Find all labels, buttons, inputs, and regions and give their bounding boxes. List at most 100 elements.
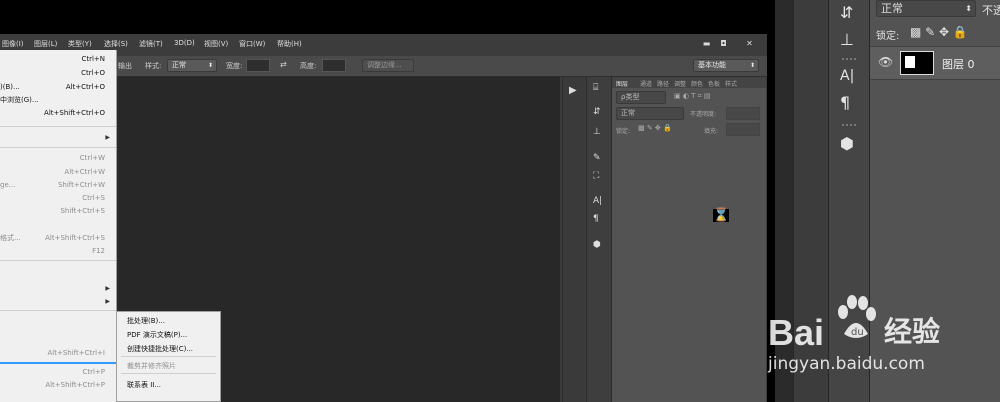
refine-edge-button[interactable]: 调整边缘... xyxy=(362,59,414,72)
submenu-item-contact-sheet[interactable]: 联系表 II... xyxy=(127,380,161,390)
filter-icons[interactable]: ▣ ◐ T ⌗ ▤ xyxy=(674,92,710,101)
eye-icon[interactable]: 👁 xyxy=(878,55,893,69)
menu-item-new[interactable]: Ctrl+N xyxy=(0,52,116,66)
tab-color[interactable]: 颜色 xyxy=(691,79,703,88)
tab-swatches[interactable]: 色板 xyxy=(708,79,720,88)
style-select[interactable]: 正常 ⬍ xyxy=(167,59,217,72)
history-icon[interactable]: ⌸ xyxy=(593,83,598,93)
watermark-brand-cn: 经验 xyxy=(884,315,941,348)
menu-item-shortcut: Alt+Ctrl+W xyxy=(64,168,105,176)
menu-item-close-all[interactable]: Alt+Ctrl+W xyxy=(0,165,116,179)
menu-item-file-info[interactable]: Alt+Shift+Ctrl+I xyxy=(0,346,116,360)
paragraph-icon[interactable]: ¶ xyxy=(840,93,850,112)
tool-preset-icon[interactable]: ⊥ xyxy=(593,127,601,137)
tab-adjustments[interactable]: 调整 xyxy=(674,79,686,88)
tab-channels[interactable]: 通道 xyxy=(640,79,652,88)
menu-item-browse-minibridge[interactable]: 中浏览(G)... xyxy=(0,93,116,107)
layers-panel: 图层 通道 路径 调整 颜色 色板 样式 ρ类型 ▣ ◐ T ⌗ ▤ 正常 不透… xyxy=(611,77,766,402)
file-menu: Ctrl+N Ctrl+O )(B)... Alt+Ctrl+O 中浏览(G)..… xyxy=(0,50,117,402)
swap-icon[interactable]: ⇄ xyxy=(280,60,287,69)
menu-filter[interactable]: 滤镜(T) xyxy=(139,39,163,49)
fill-label: 填充: xyxy=(704,128,719,135)
submenu-item-batch[interactable]: 批处理(B)... xyxy=(127,316,165,326)
menu-item-import[interactable]: ▶ xyxy=(0,282,116,296)
menu-item-shortcut: Ctrl+N xyxy=(81,55,105,63)
submenu-item-pdf-presentation[interactable]: PDF 演示文稿(P)... xyxy=(127,330,187,340)
menu-item-shortcut: Shift+Ctrl+W xyxy=(57,181,105,189)
dropdown-arrow-icon: ⬍ xyxy=(965,4,972,13)
character-icon[interactable]: A| xyxy=(840,68,854,84)
collapsed-dock: ▶ xyxy=(562,77,585,402)
menu-item-open-as[interactable]: Alt+Shift+Ctrl+O xyxy=(0,106,116,120)
opacity-fragment: 不透 xyxy=(982,4,1000,17)
lock-icons[interactable]: ▩ ✎ ✥ 🔒 xyxy=(910,25,968,39)
menu-image[interactable]: 图像(I) xyxy=(2,39,24,49)
character-icon[interactable]: A| xyxy=(593,196,602,206)
filter-select[interactable]: ρ类型 xyxy=(616,91,666,104)
menu-item-save-for-web[interactable]: 格式... Alt+Shift+Ctrl+S xyxy=(0,231,116,245)
opacity-input[interactable] xyxy=(726,107,760,120)
fill-input[interactable] xyxy=(726,123,760,136)
blend-mode-select[interactable]: 正常 xyxy=(616,107,684,120)
menu-item-label: 格式... xyxy=(0,234,21,242)
tab-layers[interactable]: 图层 xyxy=(616,79,628,88)
menu-item-save[interactable]: Ctrl+S xyxy=(0,191,116,205)
menu-item-print-one[interactable]: Alt+Shift+Ctrl+P xyxy=(0,378,116,392)
actions-icon[interactable]: ⇵ xyxy=(840,3,853,22)
menu-item-close[interactable]: Ctrl+W xyxy=(0,151,116,165)
menu-item-recent[interactable]: ▶ xyxy=(0,131,116,145)
minimize-button[interactable]: ▬ xyxy=(699,38,714,49)
menu-item-export[interactable]: ▶ xyxy=(0,295,116,309)
menu-item-close-go-bridge[interactable]: ge... Shift+Ctrl+W xyxy=(0,178,116,192)
actions-icon[interactable]: ⇵ xyxy=(593,107,601,117)
restore-button[interactable]: ◘ xyxy=(716,38,731,49)
tab-styles[interactable]: 样式 xyxy=(725,79,737,88)
panel-grip xyxy=(842,58,856,62)
menu-item-shortcut: Ctrl+W xyxy=(79,154,105,162)
menu-item-shortcut: Alt+Shift+Ctrl+I xyxy=(47,349,105,357)
dropdown-arrow-icon: ⬍ xyxy=(749,62,755,69)
menu-item-shortcut: Ctrl+P xyxy=(82,368,105,376)
clone-source-icon[interactable]: ⛶ xyxy=(593,171,599,181)
menu-layer[interactable]: 图层(L) xyxy=(34,39,57,49)
menu-view[interactable]: 视图(V) xyxy=(204,39,228,49)
paragraph-icon[interactable]: ¶ xyxy=(593,214,599,224)
menu-item-browse-bridge[interactable]: )(B)... Alt+Ctrl+O xyxy=(0,80,116,94)
style-value: 正常 xyxy=(172,61,186,69)
menu-select[interactable]: 选择(S) xyxy=(104,39,128,49)
menu-item-shortcut: Ctrl+S xyxy=(82,194,105,202)
menu-item-print[interactable]: Ctrl+P xyxy=(0,365,116,379)
lock-icons[interactable]: ▩ ✎ ✥ 🔒 xyxy=(638,124,672,132)
height-input[interactable] xyxy=(322,59,346,72)
close-button[interactable]: ✕ xyxy=(742,38,757,49)
3d-icon[interactable]: ⬢ xyxy=(840,134,854,153)
right-blend-mode-select[interactable]: 正常 ⬍ xyxy=(876,0,976,17)
menu-3d[interactable]: 3D(D) xyxy=(174,39,195,47)
brush-icon[interactable]: ✎ xyxy=(593,153,601,163)
menu-item-revert[interactable]: F12 xyxy=(0,244,116,258)
workspace-select[interactable]: 基本功能 ⬍ xyxy=(693,59,759,72)
watermark-url: jingyan.baidu.com xyxy=(768,354,925,374)
menu-item-save-as[interactable]: Shift+Ctrl+S xyxy=(0,204,116,218)
menu-window[interactable]: 窗口(W) xyxy=(239,39,265,49)
tool-preset-icon[interactable]: ⊥ xyxy=(840,30,854,49)
submenu-item-create-droplet[interactable]: 创建快捷批处理(C)... xyxy=(127,344,193,354)
panel-icons-column: ⌸ ⇵ ⊥ ✎ ⛶ A| ¶ ⬢ xyxy=(586,77,611,402)
thumbnail-shape xyxy=(905,56,915,68)
tab-paths[interactable]: 路径 xyxy=(657,79,669,88)
layer-thumbnail xyxy=(900,51,934,75)
output-fragment[interactable]: 输出 xyxy=(118,61,132,71)
menu-item-open[interactable]: Ctrl+O xyxy=(0,66,116,80)
play-icon[interactable]: ▶ xyxy=(569,85,577,96)
menu-help[interactable]: 帮助(H) xyxy=(277,39,302,49)
submenu-item-crop-straighten[interactable]: 裁剪并修齐照片 xyxy=(127,361,176,371)
menu-separator xyxy=(121,356,216,357)
layer-row[interactable]: 👁 图层 0 xyxy=(870,46,1000,80)
3d-icon[interactable]: ⬢ xyxy=(593,240,601,250)
menu-type[interactable]: 类型(Y) xyxy=(68,39,92,49)
opacity-label: 不透明度: xyxy=(690,111,717,118)
menu-item-shortcut: Alt+Shift+Ctrl+P xyxy=(45,381,105,389)
width-input[interactable] xyxy=(246,59,270,72)
menu-item-shortcut: Shift+Ctrl+S xyxy=(60,207,105,215)
lock-label: 锁定: xyxy=(876,31,900,42)
